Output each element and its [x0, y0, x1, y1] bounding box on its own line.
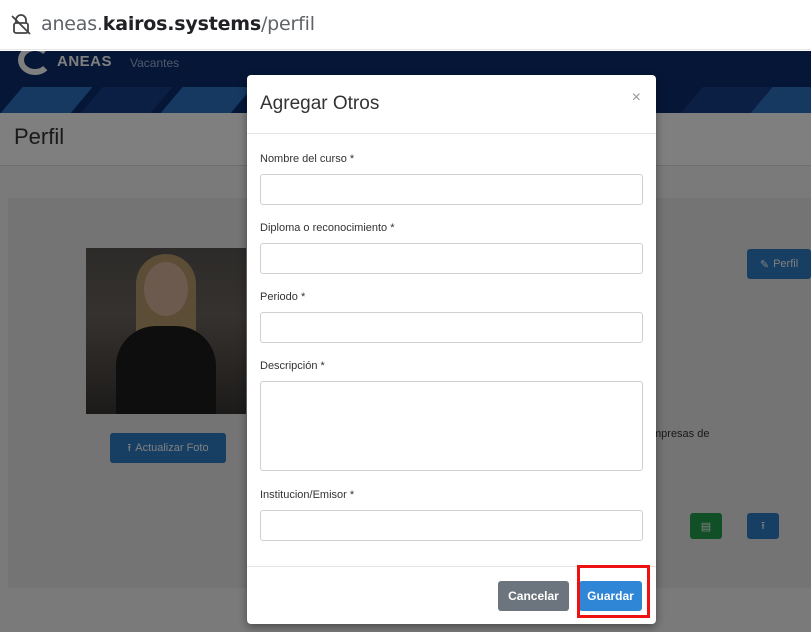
add-other-modal: Agregar Otros × Nombre del curso * Diplo…: [247, 75, 656, 624]
modal-title: Agregar Otros: [260, 93, 380, 114]
close-icon[interactable]: ×: [632, 89, 641, 107]
url-domain: kairos.systems: [102, 13, 261, 35]
institution-label: Institucion/Emisor *: [260, 489, 355, 501]
save-button-highlight: [577, 565, 650, 618]
cancel-button[interactable]: Cancelar: [498, 581, 569, 611]
url-path: /perfil: [260, 13, 315, 35]
modal-header: Agregar Otros ×: [247, 75, 656, 134]
diploma-label: Diploma o reconocimiento *: [260, 222, 395, 234]
url-prefix: aneas.: [41, 13, 103, 35]
period-label: Periodo *: [260, 291, 306, 303]
course-name-input[interactable]: [260, 174, 643, 205]
institution-input[interactable]: [260, 510, 643, 541]
browser-address-bar: aneas.kairos.systems/perfil: [0, 0, 811, 50]
course-name-label: Nombre del curso *: [260, 153, 355, 165]
url-text[interactable]: aneas.kairos.systems/perfil: [41, 13, 315, 35]
not-secure-lock-icon[interactable]: [10, 13, 32, 35]
period-input[interactable]: [260, 312, 643, 343]
diploma-input[interactable]: [260, 243, 643, 274]
description-textarea[interactable]: [260, 381, 643, 471]
description-label: Descripción *: [260, 360, 325, 372]
